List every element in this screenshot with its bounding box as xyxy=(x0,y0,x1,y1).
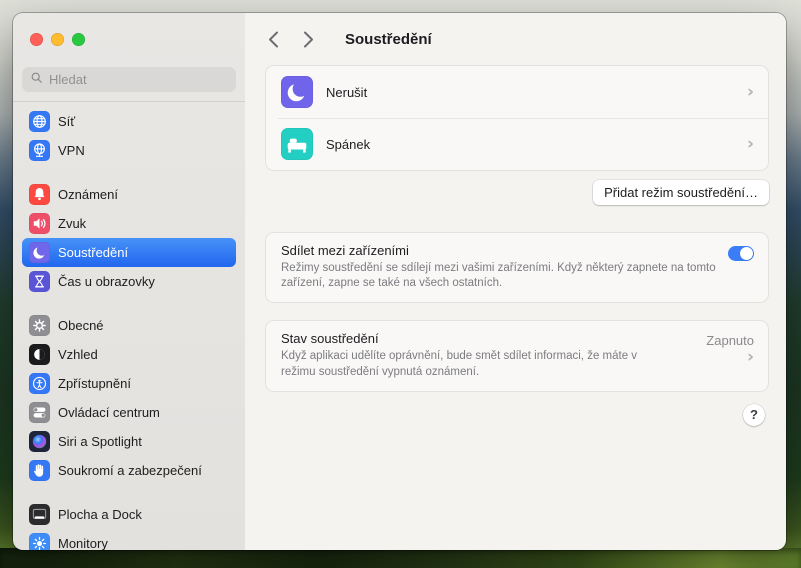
sidebar-item-zvuk[interactable]: Zvuk xyxy=(22,209,236,238)
content-header: Soustředění xyxy=(245,13,786,65)
search-placeholder: Hledat xyxy=(49,72,87,87)
sidebar-item-soustredeni[interactable]: Soustředění xyxy=(22,238,236,267)
zoom-button[interactable] xyxy=(72,33,85,46)
sidebar-item-plocha-a-dock[interactable]: Plocha a Dock xyxy=(22,500,236,529)
appearance-icon xyxy=(29,344,50,365)
add-focus-mode-button[interactable]: Přidat režim soustředění… xyxy=(593,180,769,205)
focus-mode-row-nerusit[interactable]: Nerušit › xyxy=(266,66,768,118)
display-icon xyxy=(29,533,50,550)
sidebar-item-label: Zpřístupnění xyxy=(58,376,131,391)
sidebar-item-label: Soustředění xyxy=(58,245,129,260)
sidebar-item-vpn[interactable]: VPN xyxy=(22,136,236,165)
status-title: Stav soustředění xyxy=(281,331,379,347)
sidebar-nav: Síť VPN Oznámení Zvuk Soustředění Čas u obraz… xyxy=(13,102,245,550)
add-row: Přidat režim soustředění… xyxy=(265,180,769,205)
main-panel: Soustředění Nerušit › Spánek › Přidat režim… xyxy=(245,13,786,550)
moon-icon xyxy=(29,242,50,263)
chevron-right-icon: › xyxy=(746,81,754,102)
sidebar-item-label: Vzhled xyxy=(58,347,98,362)
gear-icon xyxy=(29,315,50,336)
status-right: Zapnuto › xyxy=(706,333,754,379)
wallpaper-trees xyxy=(0,548,801,568)
status-value: Zapnuto xyxy=(706,333,754,349)
focus-mode-label: Spánek xyxy=(326,136,371,152)
sidebar-item-label: Oznámení xyxy=(58,187,118,202)
sidebar-item-label: Zvuk xyxy=(58,216,87,231)
forward-button[interactable] xyxy=(296,27,320,51)
chevron-right-icon: › xyxy=(746,347,754,368)
share-description: Režimy soustředění se sdílejí mezi vašim… xyxy=(281,262,716,290)
content-area: Nerušit › Spánek › Přidat režim soustředění… xyxy=(245,65,786,426)
close-button[interactable] xyxy=(30,33,43,46)
bell-icon xyxy=(29,184,50,205)
vpn-globe-icon xyxy=(29,140,50,161)
back-button[interactable] xyxy=(261,27,285,51)
hand-icon xyxy=(29,460,50,481)
sidebar-item-ovladaci-centrum[interactable]: Ovládací centrum xyxy=(22,398,236,427)
sidebar-item-soukromi-a-zabezpeceni[interactable]: Soukromí a zabezpečení xyxy=(22,456,236,485)
sidebar-header: Hledat xyxy=(13,13,245,102)
focus-modes-card: Nerušit › Spánek › xyxy=(265,65,769,171)
search-input[interactable]: Hledat xyxy=(22,67,236,92)
focus-status-card[interactable]: Stav soustředění Když aplikaci udělíte o… xyxy=(265,320,769,392)
page-title: Soustředění xyxy=(345,30,432,48)
focus-mode-row-spanek[interactable]: Spánek › xyxy=(266,117,768,170)
status-text: Stav soustředění Když aplikaci udělíte o… xyxy=(281,331,696,379)
sidebar-item-label: Plocha a Dock xyxy=(58,507,142,522)
help-button[interactable]: ? xyxy=(743,403,765,426)
accessibility-icon xyxy=(29,373,50,394)
sidebar-item-sit[interactable]: Síť xyxy=(22,107,236,136)
search-icon xyxy=(30,71,43,89)
speaker-icon xyxy=(29,213,50,234)
dock-icon xyxy=(29,504,50,525)
globe-icon xyxy=(29,111,50,132)
sidebar-item-oznameni[interactable]: Oznámení xyxy=(22,180,236,209)
sidebar-item-monitory[interactable]: Monitory xyxy=(22,529,236,550)
toggle-knob xyxy=(740,247,753,260)
sidebar-item-label: Ovládací centrum xyxy=(58,405,160,420)
sidebar-item-label: Monitory xyxy=(58,536,108,550)
sidebar-item-vzhled[interactable]: Vzhled xyxy=(22,340,236,369)
siri-icon xyxy=(29,431,50,452)
sidebar-item-cas-u-obrazovky[interactable]: Čas u obrazovky xyxy=(22,267,236,296)
sidebar-item-label: Síť xyxy=(58,114,76,129)
sidebar-item-label: Siri a Spotlight xyxy=(58,434,142,449)
share-card: Sdílet mezi zařízeními Režimy soustředěn… xyxy=(265,232,769,304)
moon-icon xyxy=(281,76,313,108)
share-toggle[interactable] xyxy=(728,246,754,261)
sidebar-item-label: VPN xyxy=(58,143,85,158)
sidebar: Hledat Síť VPN Oznámení Zvuk Soustředění Čas … xyxy=(13,13,245,550)
sidebar-item-zpristupneni[interactable]: Zpřístupnění xyxy=(22,369,236,398)
sidebar-item-siri-a-spotlight[interactable]: Siri a Spotlight xyxy=(22,427,236,456)
sidebar-item-label: Obecné xyxy=(58,318,104,333)
minimize-button[interactable] xyxy=(51,33,64,46)
focus-mode-label: Nerušit xyxy=(326,84,368,100)
chevron-right-icon: › xyxy=(746,133,754,154)
hourglass-icon xyxy=(29,271,50,292)
window-controls xyxy=(30,33,85,46)
sidebar-item-obecne[interactable]: Obecné xyxy=(22,311,236,340)
bed-icon xyxy=(281,128,313,160)
sidebar-item-label: Čas u obrazovky xyxy=(58,274,155,289)
share-text: Sdílet mezi zařízeními Režimy soustředěn… xyxy=(281,243,718,291)
settings-window: Hledat Síť VPN Oznámení Zvuk Soustředění Čas … xyxy=(13,13,786,550)
sidebar-item-label: Soukromí a zabezpečení xyxy=(58,463,202,478)
status-description: Když aplikaci udělíte oprávnění, bude sm… xyxy=(281,350,638,378)
control-center-icon xyxy=(29,402,50,423)
share-title: Sdílet mezi zařízeními xyxy=(281,243,409,258)
